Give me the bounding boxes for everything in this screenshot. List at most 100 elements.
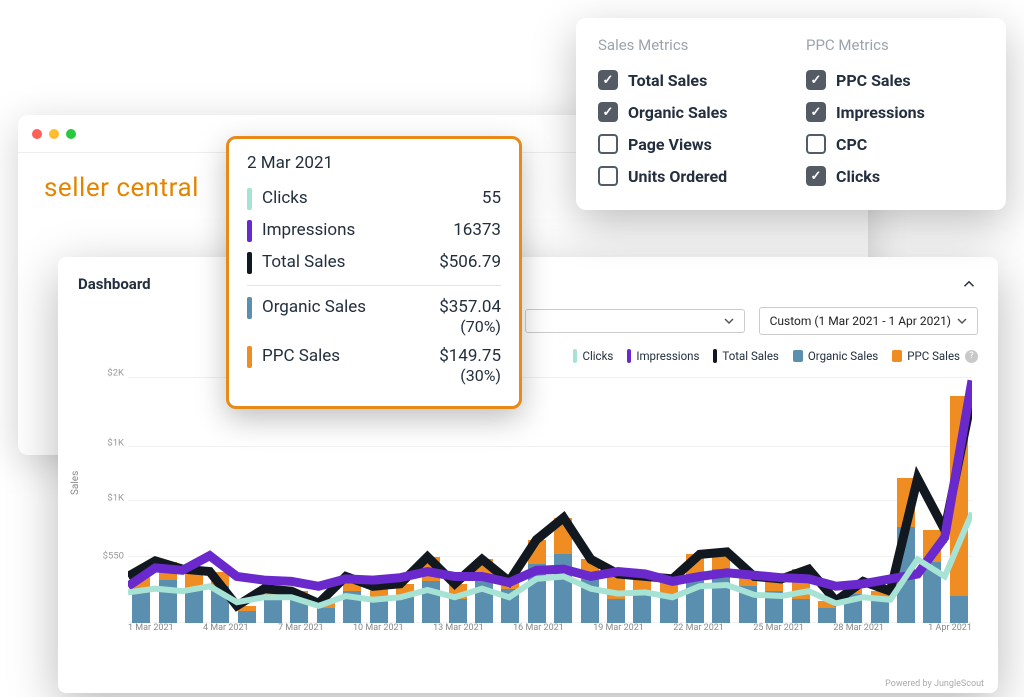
x-tick-label (913, 623, 928, 653)
metric-selector[interactable] (525, 309, 745, 333)
x-tick-label (659, 623, 674, 653)
tooltip-row: PPC Sales$149.75(30%) (247, 341, 501, 390)
bar-column[interactable] (154, 378, 180, 623)
bar-column[interactable] (893, 378, 919, 623)
checkbox-icon[interactable] (806, 102, 826, 122)
checkbox-icon[interactable] (598, 102, 618, 122)
bar-column[interactable] (761, 378, 787, 623)
x-tick-label: 22 Mar 2021 (673, 623, 724, 653)
bar-column[interactable] (919, 378, 945, 623)
legend-item[interactable]: Impressions (627, 349, 699, 363)
powered-by: Powered by JungleScout (885, 679, 984, 689)
legend-item[interactable]: Total Sales (713, 349, 778, 363)
tooltip-row: Clicks55 (247, 183, 501, 215)
metric-option[interactable]: CPC (806, 128, 984, 160)
checkbox-icon[interactable] (598, 166, 618, 186)
x-tick-label (249, 623, 264, 653)
x-tick-label (338, 623, 353, 653)
bar-column[interactable] (603, 378, 629, 623)
metric-option[interactable]: PPC Sales (806, 64, 984, 96)
bar-column[interactable] (524, 378, 550, 623)
x-tick-label: 7 Mar 2021 (278, 623, 324, 653)
checkbox-icon[interactable] (598, 134, 618, 154)
bar-column[interactable] (576, 378, 602, 623)
help-icon[interactable]: ? (965, 350, 978, 363)
x-tick-label (263, 623, 278, 653)
x-axis: 1 Mar 2021 4 Mar 2021 7 Mar 2021 10 Mar 202… (128, 623, 972, 653)
x-tick-label (578, 623, 593, 653)
x-tick-label (174, 623, 189, 653)
x-tick-label (564, 623, 579, 653)
zoom-dot-icon[interactable] (66, 129, 76, 139)
popover-heading-sales: Sales Metrics (598, 36, 776, 54)
bar-column[interactable] (682, 378, 708, 623)
bar-column[interactable] (867, 378, 893, 623)
date-range-selector[interactable]: Custom (1 Mar 2021 - 1 Apr 2021) (759, 307, 978, 335)
legend-item[interactable]: Clicks (573, 349, 613, 363)
y-axis-label: Sales (70, 471, 81, 495)
metric-option-label: PPC Sales (836, 71, 911, 90)
bar-column[interactable] (735, 378, 761, 623)
x-tick-label (819, 623, 834, 653)
bar-column[interactable] (418, 378, 444, 623)
checkbox-icon[interactable] (806, 70, 826, 90)
metrics-popover: Sales Metrics Total SalesOrganic SalesPa… (576, 18, 1006, 210)
tooltip-row: Organic Sales$357.04(70%) (247, 292, 501, 341)
metric-option[interactable]: Organic Sales (598, 96, 776, 128)
x-tick-label: 1 Mar 2021 (128, 623, 174, 653)
bar-column[interactable] (708, 378, 734, 623)
bar-column[interactable] (392, 378, 418, 623)
metric-option[interactable]: Clicks (806, 160, 984, 192)
legend-item[interactable]: PPC Sales ? (892, 349, 978, 363)
checkbox-icon[interactable] (806, 166, 826, 186)
popover-heading-ppc: PPC Metrics (806, 36, 984, 54)
metric-option[interactable]: Total Sales (598, 64, 776, 96)
bar-column[interactable] (629, 378, 655, 623)
metric-option[interactable]: Impressions (806, 96, 984, 128)
bar-column[interactable] (787, 378, 813, 623)
bar-column[interactable] (365, 378, 391, 623)
tooltip-date: 2 Mar 2021 (247, 153, 501, 173)
x-tick-label (484, 623, 499, 653)
x-tick-label (418, 623, 433, 653)
bar-column[interactable] (207, 378, 233, 623)
legend-item[interactable]: Organic Sales (793, 349, 878, 363)
sales-chart[interactable]: Sales $2K $1K $1K $550 1 Mar 20214 Mar 2… (78, 373, 978, 653)
bar-column[interactable] (260, 378, 286, 623)
bar-column[interactable] (339, 378, 365, 623)
x-tick-label: 4 Mar 2021 (203, 623, 249, 653)
x-tick-label: 25 Mar 2021 (753, 623, 804, 653)
metric-option-label: Clicks (836, 167, 880, 186)
bar-column[interactable] (656, 378, 682, 623)
tooltip-row: Total Sales$506.79 (247, 247, 501, 279)
checkbox-icon[interactable] (598, 70, 618, 90)
chevron-down-icon (957, 316, 967, 326)
bar-column[interactable] (814, 378, 840, 623)
bar-column[interactable] (286, 378, 312, 623)
bar-column[interactable] (471, 378, 497, 623)
x-tick-label (404, 623, 419, 653)
bar-column[interactable] (445, 378, 471, 623)
bar-column[interactable] (234, 378, 260, 623)
x-tick-label (644, 623, 659, 653)
minimize-dot-icon[interactable] (49, 129, 59, 139)
x-tick-label: 19 Mar 2021 (593, 623, 644, 653)
close-dot-icon[interactable] (32, 129, 42, 139)
bar-column[interactable] (313, 378, 339, 623)
checkbox-icon[interactable] (806, 134, 826, 154)
bar-column[interactable] (497, 378, 523, 623)
metric-option-label: Units Ordered (628, 167, 727, 186)
collapse-chevron-icon[interactable] (960, 275, 978, 293)
metric-option[interactable]: Page Views (598, 128, 776, 160)
bar-column[interactable] (550, 378, 576, 623)
x-tick-label: 10 Mar 2021 (353, 623, 404, 653)
bar-column[interactable] (946, 378, 972, 623)
x-tick-label (739, 623, 754, 653)
bar-column[interactable] (840, 378, 866, 623)
metric-option-label: CPC (836, 135, 867, 154)
date-range-label: Custom (1 Mar 2021 - 1 Apr 2021) (770, 314, 951, 328)
bar-column[interactable] (128, 378, 154, 623)
bar-column[interactable] (181, 378, 207, 623)
chart-tooltip: 2 Mar 2021 Clicks55Impressions16373Total… (226, 136, 522, 409)
metric-option[interactable]: Units Ordered (598, 160, 776, 192)
